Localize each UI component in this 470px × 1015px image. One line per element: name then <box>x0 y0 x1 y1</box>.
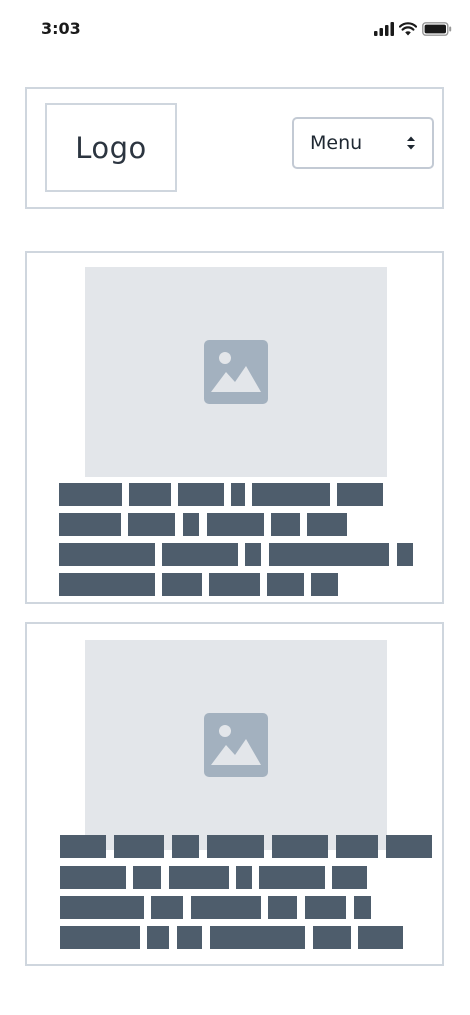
text-placeholder <box>59 513 121 536</box>
text-placeholder <box>336 835 378 858</box>
status-icons <box>374 20 452 38</box>
image-placeholder-icon <box>204 713 268 777</box>
text-placeholder <box>60 896 144 919</box>
text-placeholder <box>311 573 338 596</box>
content-card <box>25 251 444 604</box>
text-placeholder <box>169 866 229 889</box>
text-placeholder <box>151 896 183 919</box>
text-placeholder <box>397 543 413 566</box>
text-placeholder <box>60 866 126 889</box>
text-placeholder <box>191 896 261 919</box>
text-placeholder <box>114 835 164 858</box>
text-placeholder <box>129 483 171 506</box>
text-placeholder <box>236 866 252 889</box>
text-placeholder <box>231 483 245 506</box>
image-placeholder <box>85 640 387 850</box>
text-placeholder <box>269 543 389 566</box>
image-placeholder-icon <box>204 340 268 404</box>
text-placeholder <box>210 926 305 949</box>
text-placeholder <box>358 926 403 949</box>
text-placeholder <box>60 835 106 858</box>
text-placeholder <box>178 483 224 506</box>
menu-select-label: Menu <box>310 132 363 154</box>
text-placeholder <box>207 835 264 858</box>
text-placeholder <box>337 483 383 506</box>
text-placeholder <box>268 896 297 919</box>
text-placeholder <box>271 513 300 536</box>
text-placeholder <box>307 513 347 536</box>
chevron-updown-icon <box>407 136 415 150</box>
site-header: Logo Menu <box>25 87 444 209</box>
text-placeholder <box>183 513 199 536</box>
text-placeholder <box>209 573 260 596</box>
text-placeholder <box>128 513 175 536</box>
text-placeholder <box>59 483 122 506</box>
text-placeholder <box>60 926 140 949</box>
text-placeholder <box>245 543 261 566</box>
text-placeholder <box>172 835 199 858</box>
text-placeholder <box>59 573 155 596</box>
text-placeholder <box>207 513 264 536</box>
content-card <box>25 622 444 966</box>
wifi-icon <box>399 22 417 36</box>
text-placeholder <box>305 896 346 919</box>
text-placeholder <box>267 573 304 596</box>
text-placeholder <box>252 483 330 506</box>
text-placeholder <box>259 866 325 889</box>
text-placeholder <box>59 543 155 566</box>
logo[interactable]: Logo <box>45 103 177 192</box>
text-placeholder <box>313 926 351 949</box>
battery-icon <box>422 22 452 36</box>
text-placeholder <box>332 866 367 889</box>
signal-icon <box>374 22 394 36</box>
text-placeholder <box>133 866 161 889</box>
text-placeholder <box>147 926 169 949</box>
text-placeholder <box>162 573 202 596</box>
status-time: 3:03 <box>41 19 81 38</box>
text-placeholder <box>177 926 202 949</box>
text-placeholder <box>354 896 371 919</box>
menu-select[interactable]: Menu <box>292 117 434 169</box>
logo-text: Logo <box>75 130 147 165</box>
text-placeholder <box>162 543 238 566</box>
image-placeholder <box>85 267 387 477</box>
text-placeholder <box>272 835 328 858</box>
text-placeholder <box>386 835 432 858</box>
